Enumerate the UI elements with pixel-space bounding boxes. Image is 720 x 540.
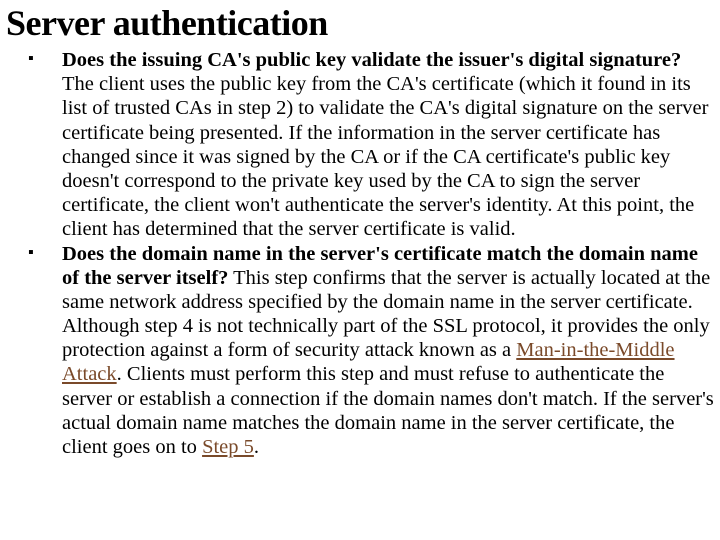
item-body-mid: . Clients must perform this step and mus… — [62, 363, 714, 458]
square-bullet-icon: ▪ — [28, 50, 34, 69]
bullet-list: ▪ Does the issuing CA's public key valid… — [6, 48, 714, 459]
item-body: The client uses the public key from the … — [62, 73, 708, 240]
step5-link[interactable]: Step 5 — [202, 436, 254, 458]
page-title: Server authentication — [6, 2, 714, 44]
list-item: ▪ Does the issuing CA's public key valid… — [62, 48, 714, 242]
item-body-post: . — [254, 436, 259, 458]
square-bullet-icon: ▪ — [28, 244, 34, 263]
item-question: Does the issuing CA's public key validat… — [62, 49, 681, 71]
list-item: ▪ Does the domain name in the server's c… — [62, 242, 714, 460]
